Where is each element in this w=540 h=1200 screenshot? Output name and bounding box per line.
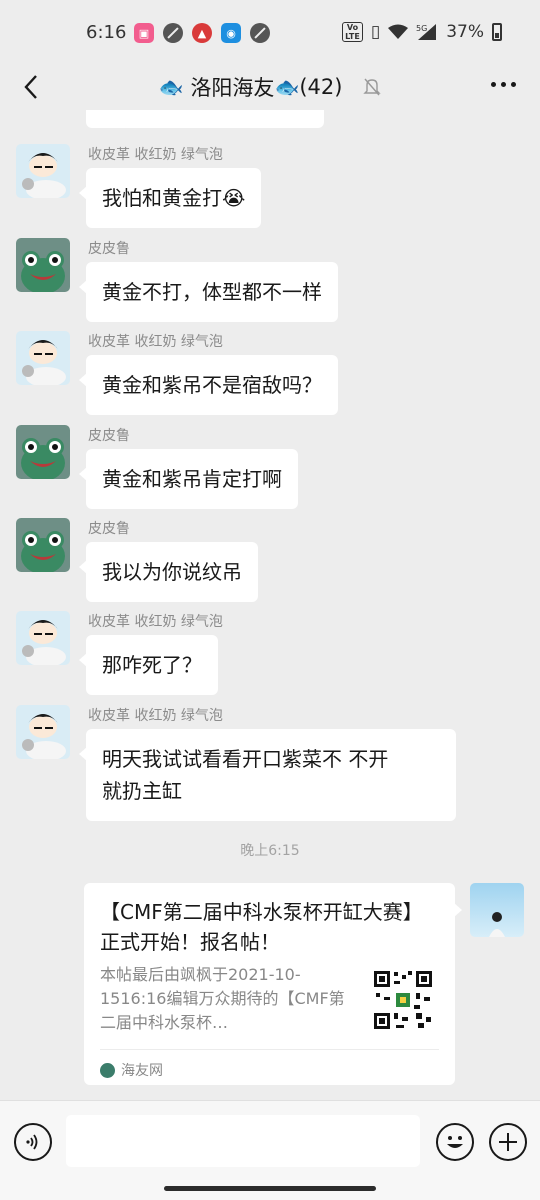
- app-red-icon: ▲: [192, 23, 212, 43]
- message-line: 就扔主缸: [102, 779, 182, 803]
- status-right: Vo LTE ▯ 5G 37%: [342, 22, 502, 42]
- fish-emoji: 🐟: [274, 75, 300, 99]
- more-options-button[interactable]: [491, 82, 516, 87]
- signal-icon: 5G: [416, 24, 437, 40]
- message-bubble[interactable]: 黄金不打，体型都不一样: [79, 262, 338, 322]
- cartoon-boy-avatar[interactable]: [16, 611, 70, 665]
- sender-name: 收皮革 收红奶 绿气泡: [88, 614, 223, 630]
- sender-name: 皮皮鲁: [88, 241, 130, 257]
- source-logo-icon: [100, 1062, 115, 1078]
- sender-name: 收皮革 收红奶 绿气泡: [88, 334, 223, 350]
- time-separator: 晚上6:15: [240, 843, 300, 859]
- message-line: 明天我试试看看开口紫菜不 不开: [102, 747, 389, 771]
- link-card[interactable]: 【CMF第二届中科水泵杯开缸大赛】正式开始！报名帖！ 本帖最后由飒枫于2021-…: [84, 883, 462, 1085]
- message-bubble[interactable]: 那咋死了？: [79, 635, 218, 695]
- sender-name: 收皮革 收红奶 绿气泡: [88, 147, 223, 163]
- cartoon-boy-avatar[interactable]: [16, 331, 70, 385]
- battery-icon: [492, 23, 502, 41]
- sender-name: 皮皮鲁: [88, 521, 130, 537]
- message-bubble[interactable]: 我以为你说纹吊: [79, 542, 258, 602]
- wifi-icon: [388, 24, 409, 39]
- self-avatar[interactable]: [470, 883, 524, 937]
- voice-input-button[interactable]: [14, 1123, 52, 1161]
- chat-header: 🐟 洛阳海友🐟(42): [0, 64, 540, 110]
- smiley-icon: [447, 1136, 463, 1148]
- volte-icon: Vo LTE: [342, 22, 363, 42]
- status-bar: 6:16 ▣ ▲ ◉ Vo LTE ▯ 5G 37%: [0, 0, 540, 64]
- app-blue-icon: ◉: [221, 23, 241, 43]
- input-bar: [0, 1100, 540, 1200]
- group-name: 洛阳海友: [190, 76, 275, 100]
- more-functions-button[interactable]: [489, 1123, 527, 1161]
- plus-icon: [499, 1133, 517, 1151]
- green-frog-avatar[interactable]: [16, 238, 70, 292]
- member-count: (42): [299, 75, 343, 99]
- circle-icon: [250, 23, 270, 43]
- link-card-footer: 海友网: [100, 1049, 439, 1080]
- message-bubble[interactable]: 黄金和紫吊肯定打啊: [79, 449, 298, 509]
- network-type: 5G: [416, 24, 427, 33]
- cartoon-boy-avatar[interactable]: [16, 144, 70, 198]
- cartoon-boy-avatar[interactable]: [16, 705, 70, 759]
- circle-icon: [163, 23, 183, 43]
- battery-level: 37%: [446, 22, 484, 42]
- fish-emoji: 🐟: [158, 75, 184, 99]
- home-indicator[interactable]: [164, 1186, 376, 1191]
- message-input[interactable]: [66, 1115, 420, 1167]
- link-card-title: 【CMF第二届中科水泵杯开缸大赛】正式开始！报名帖！: [100, 900, 423, 954]
- status-app-icons: ▣ ▲ ◉: [134, 23, 270, 43]
- chat-title[interactable]: 🐟 洛阳海友🐟(42): [0, 72, 540, 102]
- sender-name: 皮皮鲁: [88, 428, 130, 444]
- green-frog-avatar[interactable]: [16, 518, 70, 572]
- bilibili-icon: ▣: [134, 23, 154, 43]
- link-card-source: 海友网: [121, 1063, 163, 1079]
- message-bubble[interactable]: 明天我试试看看开口紫菜不 不开 就扔主缸: [79, 729, 456, 821]
- mute-bell-icon: [363, 78, 381, 96]
- message-bubble[interactable]: 我怕和黄金打😭: [78, 168, 262, 228]
- vibrate-icon: ▯: [370, 22, 381, 42]
- status-time: 6:16: [86, 22, 127, 43]
- green-frog-avatar[interactable]: [16, 425, 70, 479]
- qr-code-icon: [372, 969, 434, 1031]
- message-bubble[interactable]: 黄金和紫吊不是宿敌吗？: [79, 355, 338, 415]
- message-list[interactable]: 收皮革 收红奶 绿气泡 我怕和黄金打😭 皮皮鲁 黄金不打，体型都不一样 收皮革 …: [0, 110, 540, 1100]
- voice-icon: [26, 1134, 38, 1150]
- sender-name: 收皮革 收红奶 绿气泡: [88, 708, 223, 724]
- emoji-button[interactable]: [436, 1123, 474, 1161]
- partial-message-bubble: [86, 110, 324, 128]
- link-card-description: 本帖最后由飒枫于2021-10-1516:16编辑万众期待的【CMF第二届中科水…: [100, 965, 345, 1032]
